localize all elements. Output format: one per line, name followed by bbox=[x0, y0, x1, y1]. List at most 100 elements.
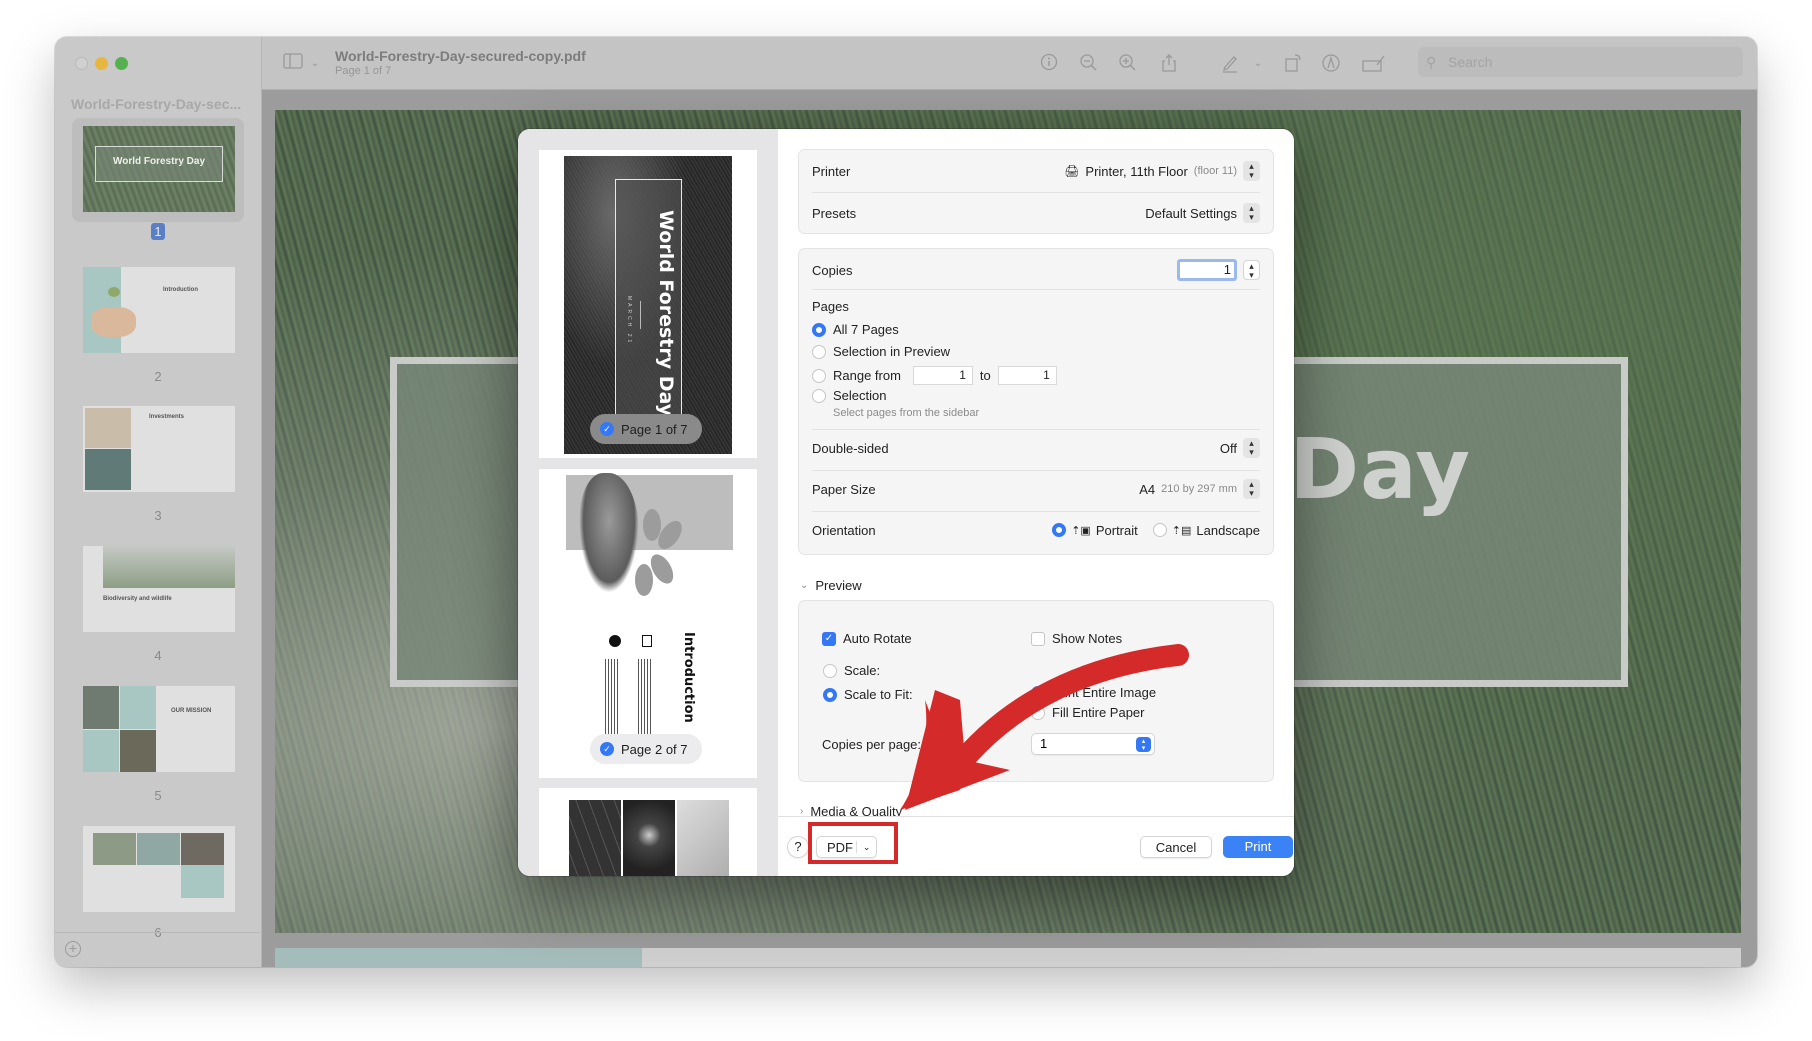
page-number-label: 4 bbox=[154, 648, 162, 663]
radio-button[interactable] bbox=[1031, 685, 1045, 700]
auto-rotate-checkbox[interactable]: ✓ Auto Rotate bbox=[822, 631, 912, 646]
preview-page-3[interactable] bbox=[539, 788, 757, 876]
range-to-input[interactable]: 1 bbox=[997, 366, 1057, 385]
share-icon[interactable] bbox=[1158, 53, 1180, 75]
copies-label: Copies bbox=[812, 262, 853, 278]
presets-label: Presets bbox=[812, 205, 857, 221]
copies-input[interactable]: 1 bbox=[1177, 259, 1237, 281]
radio-button[interactable] bbox=[1031, 705, 1045, 720]
portrait-radio[interactable] bbox=[1052, 523, 1067, 537]
zoom-out-icon[interactable] bbox=[1078, 53, 1100, 75]
page-badge-label: Page 1 of 7 bbox=[621, 421, 688, 437]
preview-leaf bbox=[635, 564, 653, 596]
thumbnail-title: Investments bbox=[149, 414, 185, 420]
thumbnail-panel bbox=[83, 730, 119, 772]
rotate-icon[interactable] bbox=[1282, 53, 1304, 75]
thumbnail-image: Investments bbox=[83, 406, 235, 492]
fill-entire-paper-option[interactable]: Fill Entire Paper bbox=[1031, 705, 1144, 720]
markup-pen-icon[interactable] bbox=[1219, 53, 1241, 75]
pages-range-option[interactable]: Range from 1 to 1 bbox=[812, 366, 1057, 385]
scale-option[interactable]: Scale: bbox=[823, 663, 880, 678]
divider bbox=[812, 470, 1260, 471]
thumbnail-photo bbox=[181, 833, 224, 865]
signature-icon[interactable] bbox=[1362, 53, 1385, 75]
landscape-radio[interactable] bbox=[1152, 523, 1167, 537]
page-number-label: 3 bbox=[154, 508, 162, 523]
selection-hint: Select pages from the sidebar bbox=[833, 407, 980, 419]
presets-select[interactable]: Default Settings ▴ ▾ bbox=[1145, 203, 1260, 223]
markup-circle-icon[interactable] bbox=[1320, 53, 1342, 75]
dialog-footer: ? PDF ⌄ Cancel Print bbox=[778, 816, 1294, 876]
scrollbar-thumb[interactable] bbox=[275, 948, 642, 967]
pages-selection-in-preview-option[interactable]: Selection in Preview bbox=[812, 344, 950, 359]
print-entire-image-option[interactable]: Print Entire Image bbox=[1031, 685, 1156, 700]
thumbnail-panel bbox=[181, 865, 224, 898]
preview-page-image: World Forestry Day MARCH 21 bbox=[564, 156, 732, 454]
radio-button[interactable] bbox=[823, 687, 837, 702]
option-label: Selection in Preview bbox=[833, 344, 951, 359]
thumbnail-sidebar: World-Forestry-Day-sec... World Forestry… bbox=[55, 37, 262, 967]
preview-page-1[interactable]: World Forestry Day MARCH 21 ✓ Page 1 of … bbox=[539, 150, 757, 458]
preview-divider bbox=[640, 301, 641, 329]
double-sided-select[interactable]: Off ▴ ▾ bbox=[1220, 438, 1260, 458]
add-page-button[interactable]: + bbox=[65, 941, 81, 957]
double-sided-row: Double-sided Off ▴ ▾ bbox=[812, 437, 1260, 459]
window-minimize-button[interactable] bbox=[95, 57, 108, 70]
window-close-button[interactable] bbox=[75, 57, 88, 70]
horizontal-scrollbar[interactable] bbox=[275, 948, 1741, 967]
preview-section-toggle[interactable]: ⌄ Preview bbox=[800, 578, 862, 593]
range-to-label: to bbox=[979, 368, 991, 383]
show-notes-checkbox[interactable]: Show Notes bbox=[1031, 631, 1122, 646]
option-label: Auto Rotate bbox=[843, 631, 912, 646]
pages-all-option[interactable]: All 7 Pages bbox=[812, 322, 899, 337]
printer-row: Printer 🖨 Printer, 11th Floor (floor 11)… bbox=[812, 160, 1260, 182]
copies-per-page-label: Copies per page: bbox=[822, 737, 921, 752]
printer-select[interactable]: 🖨 Printer, 11th Floor (floor 11) ▴ ▾ bbox=[1064, 161, 1260, 181]
chevron-down-icon[interactable]: ⌄ bbox=[1247, 53, 1269, 75]
option-label: Range from bbox=[833, 368, 901, 383]
radio-button[interactable] bbox=[812, 344, 826, 359]
orientation-row: Orientation ⇡▣ Portrait ⇡▤ Landscape bbox=[812, 519, 1260, 541]
printer-icon: 🖨 bbox=[1064, 164, 1080, 178]
page-include-badge[interactable]: ✓ Page 1 of 7 bbox=[590, 414, 702, 444]
page-number-label: 2 bbox=[154, 369, 162, 384]
zoom-in-icon[interactable] bbox=[1117, 53, 1139, 75]
help-button[interactable]: ? bbox=[787, 836, 809, 858]
cancel-button[interactable]: Cancel bbox=[1140, 836, 1212, 858]
radio-button[interactable] bbox=[812, 388, 826, 403]
radio-button[interactable] bbox=[823, 663, 837, 678]
preview-page-2[interactable]: Introduction ✓ Page 2 of 7 bbox=[539, 469, 757, 778]
radio-button[interactable] bbox=[812, 368, 826, 383]
copies-stepper[interactable]: ▴ ▾ bbox=[1243, 260, 1260, 280]
option-label: Scale: bbox=[844, 663, 881, 678]
range-from-input[interactable]: 1 bbox=[912, 366, 973, 385]
popup-chevron-icon: ▴ ▾ bbox=[1243, 161, 1260, 181]
book-icon bbox=[642, 635, 652, 647]
scale-to-fit-option[interactable]: Scale to Fit: bbox=[823, 687, 913, 702]
thumbnail-panel bbox=[120, 686, 156, 729]
double-sided-label: Double-sided bbox=[812, 440, 889, 456]
checkbox[interactable] bbox=[1031, 631, 1045, 646]
search-input[interactable]: ⚲ Search bbox=[1418, 47, 1743, 77]
print-preview-pane[interactable]: World Forestry Day MARCH 21 ✓ Page 1 of … bbox=[518, 129, 778, 876]
pages-selection-option[interactable]: Selection bbox=[812, 388, 886, 403]
thumbnail-photo bbox=[85, 449, 131, 490]
page-include-badge[interactable]: ✓ Page 2 of 7 bbox=[590, 734, 702, 764]
thumbnail-photo bbox=[83, 686, 119, 729]
sidebar-toggle-icon[interactable] bbox=[282, 53, 304, 75]
copies-per-page-select[interactable]: 1 ▴ ▾ bbox=[1031, 733, 1155, 755]
paper-size-label: Paper Size bbox=[812, 481, 876, 497]
info-icon[interactable] bbox=[1038, 53, 1060, 75]
thumbnail-title: Introduction bbox=[163, 287, 198, 293]
chevron-down-icon[interactable]: ⌄ bbox=[304, 53, 326, 75]
preview-section-label: Preview bbox=[815, 578, 862, 593]
print-button[interactable]: Print bbox=[1223, 836, 1293, 858]
portrait-label: Portrait bbox=[1095, 522, 1138, 538]
paper-size-row: Paper Size A4 210 by 297 mm ▴ ▾ bbox=[812, 478, 1260, 500]
checkbox[interactable]: ✓ bbox=[822, 631, 836, 646]
search-icon: ⚲ bbox=[1426, 54, 1437, 70]
window-zoom-button[interactable] bbox=[115, 57, 128, 70]
paper-size-select[interactable]: A4 210 by 297 mm ▴ ▾ bbox=[1139, 479, 1260, 499]
radio-button[interactable] bbox=[812, 322, 826, 337]
portrait-icon: ⇡▣ bbox=[1071, 524, 1091, 537]
